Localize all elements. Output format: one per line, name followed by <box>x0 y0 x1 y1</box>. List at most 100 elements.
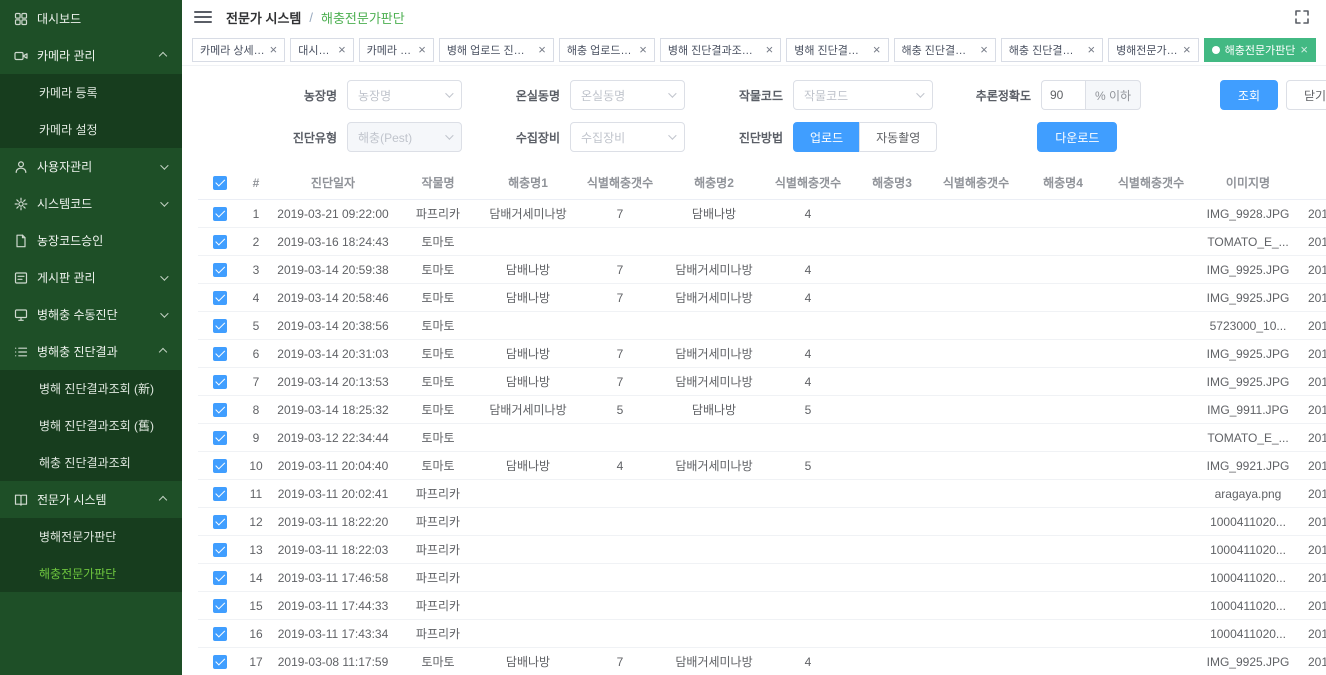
accuracy-input[interactable] <box>1041 80 1085 110</box>
tab-item[interactable]: 병해 진단결과조회 (新)× <box>660 38 781 62</box>
table-cell <box>576 536 664 563</box>
sidebar-item[interactable]: 시스템코드 <box>0 185 182 222</box>
table-cell: 5723000_10... <box>1196 312 1300 339</box>
diagnosis-type-select[interactable]: 해충(Pest) <box>347 122 462 152</box>
row-checkbox[interactable] <box>213 291 227 305</box>
row-checkbox[interactable] <box>213 235 227 249</box>
sidebar-item[interactable]: 대시보드 <box>0 0 182 37</box>
table-row: 152019-03-11 17:44:33파프리카1000411020...20… <box>198 592 1326 620</box>
table-cell <box>932 592 1020 619</box>
row-checkbox[interactable] <box>213 571 227 585</box>
table-cell: 7 <box>576 200 664 227</box>
method-auto-capture-button[interactable]: 자동촬영 <box>859 122 937 152</box>
breadcrumb-root[interactable]: 전문가 시스템 <box>226 8 301 27</box>
table-cell: 7 <box>576 648 664 675</box>
close-icon[interactable]: × <box>766 43 774 56</box>
hamburger-icon[interactable] <box>194 11 212 23</box>
greenhouse-select[interactable]: 온실동명 <box>570 80 685 110</box>
row-checkbox[interactable] <box>213 487 227 501</box>
top-bar: 전문가 시스템 / 해충전문가판단 <box>182 0 1326 34</box>
table-cell: 담배거세미나방 <box>664 340 764 367</box>
table-cell <box>1020 312 1106 339</box>
close-icon[interactable]: × <box>538 43 546 56</box>
row-checkbox[interactable] <box>213 375 227 389</box>
tab-item[interactable]: 대시보드× <box>290 38 353 62</box>
tab-item[interactable]: 병해전문가판단× <box>1108 38 1199 62</box>
tab-item[interactable]: 해충 진단결과조회× <box>894 38 996 62</box>
row-checkbox[interactable] <box>213 515 227 529</box>
device-select[interactable]: 수집장비 <box>570 122 685 152</box>
close-icon[interactable]: × <box>980 43 988 56</box>
sidebar-item[interactable]: 사용자관리 <box>0 148 182 185</box>
close-icon[interactable]: × <box>418 43 426 56</box>
table-cell <box>1106 452 1196 479</box>
row-checkbox[interactable] <box>213 627 227 641</box>
row-checkbox[interactable] <box>213 655 227 669</box>
close-icon[interactable]: × <box>1183 43 1191 56</box>
close-button[interactable]: 닫기 <box>1286 80 1326 110</box>
tab-item[interactable]: 카메라 설정× <box>359 38 434 62</box>
table-cell <box>664 564 764 591</box>
close-icon[interactable]: × <box>639 43 647 56</box>
sidebar-item[interactable]: 전문가 시스템 <box>0 481 182 518</box>
download-button[interactable]: 다운로드 <box>1037 122 1117 152</box>
farm-name-select[interactable]: 농장명 <box>347 80 462 110</box>
sidebar-item[interactable]: 카메라 등록 <box>0 74 182 111</box>
tab-item[interactable]: 카메라 상세설정× <box>192 38 285 62</box>
accuracy-group: 추론정확도 % 이하 <box>961 80 1141 110</box>
sidebar-item[interactable]: 병해 진단결과조회 (新) <box>0 370 182 407</box>
row-checkbox[interactable] <box>213 319 227 333</box>
sidebar-item[interactable]: 병해충 진단결과 <box>0 333 182 370</box>
table-row: 32019-03-14 20:59:38토마토담배나방7담배거세미나방4IMG_… <box>198 256 1326 284</box>
fullscreen-icon[interactable] <box>1294 9 1310 25</box>
table-cell <box>852 620 932 647</box>
checkbox-cell <box>198 340 242 367</box>
checkbox-cell <box>198 256 242 283</box>
sidebar-item[interactable]: 게시판 관리 <box>0 259 182 296</box>
sidebar-item[interactable]: 카메라 관리 <box>0 37 182 74</box>
row-checkbox[interactable] <box>213 403 227 417</box>
tab-item[interactable]: 해충 진단결과상세× <box>1001 38 1103 62</box>
row-checkbox[interactable] <box>213 599 227 613</box>
sidebar-item-label: 해충전문가판단 <box>39 565 116 582</box>
table-cell: 17 <box>242 648 270 675</box>
method-upload-button[interactable]: 업로드 <box>793 122 860 152</box>
table-cell: 201 <box>1300 340 1326 367</box>
tab-active[interactable]: 해충전문가판단× <box>1204 38 1316 62</box>
row-checkbox[interactable] <box>213 347 227 361</box>
close-icon[interactable]: × <box>1087 43 1095 56</box>
method-radio-group: 업로드 자동촬영 <box>793 122 937 152</box>
device-group: 수집장비 수집장비 <box>490 122 685 152</box>
close-icon[interactable]: × <box>1300 43 1308 56</box>
row-checkbox[interactable] <box>213 543 227 557</box>
tab-item[interactable]: 병해 진단결과상세× <box>786 38 888 62</box>
sidebar-item-active[interactable]: 해충전문가판단 <box>0 555 182 592</box>
row-checkbox[interactable] <box>213 263 227 277</box>
row-checkbox[interactable] <box>213 459 227 473</box>
row-checkbox[interactable] <box>213 207 227 221</box>
select-all-checkbox[interactable] <box>213 176 227 190</box>
close-icon[interactable]: × <box>270 43 278 56</box>
sidebar-item[interactable]: 카메라 설정 <box>0 111 182 148</box>
sidebar-item[interactable]: 병해충 수동진단 <box>0 296 182 333</box>
table-cell: 201 <box>1300 200 1326 227</box>
tab-item[interactable]: 병해 업로드 진단 (新)× <box>439 38 554 62</box>
table-cell <box>1020 452 1106 479</box>
tab-item[interactable]: 해충 업로드 진단× <box>559 38 655 62</box>
crop-code-select[interactable]: 작물코드 <box>793 80 933 110</box>
table-cell <box>1020 620 1106 647</box>
sidebar-item[interactable]: 해충 진단결과조회 <box>0 444 182 481</box>
table-cell: 7 <box>576 340 664 367</box>
table-cell <box>932 508 1020 535</box>
search-button[interactable]: 조회 <box>1220 80 1278 110</box>
sidebar-item[interactable]: 농장코드승인 <box>0 222 182 259</box>
table-cell: 담배나방 <box>480 648 576 675</box>
close-icon[interactable]: × <box>873 43 881 56</box>
sidebar-item[interactable]: 병해전문가판단 <box>0 518 182 555</box>
close-icon[interactable]: × <box>338 43 346 56</box>
table-cell: 2019-03-11 18:22:03 <box>270 536 396 563</box>
column-header: 해충명1 <box>480 166 576 199</box>
sidebar-item[interactable]: 병해 진단결과조회 (舊) <box>0 407 182 444</box>
table-cell: 담배나방 <box>480 340 576 367</box>
row-checkbox[interactable] <box>213 431 227 445</box>
